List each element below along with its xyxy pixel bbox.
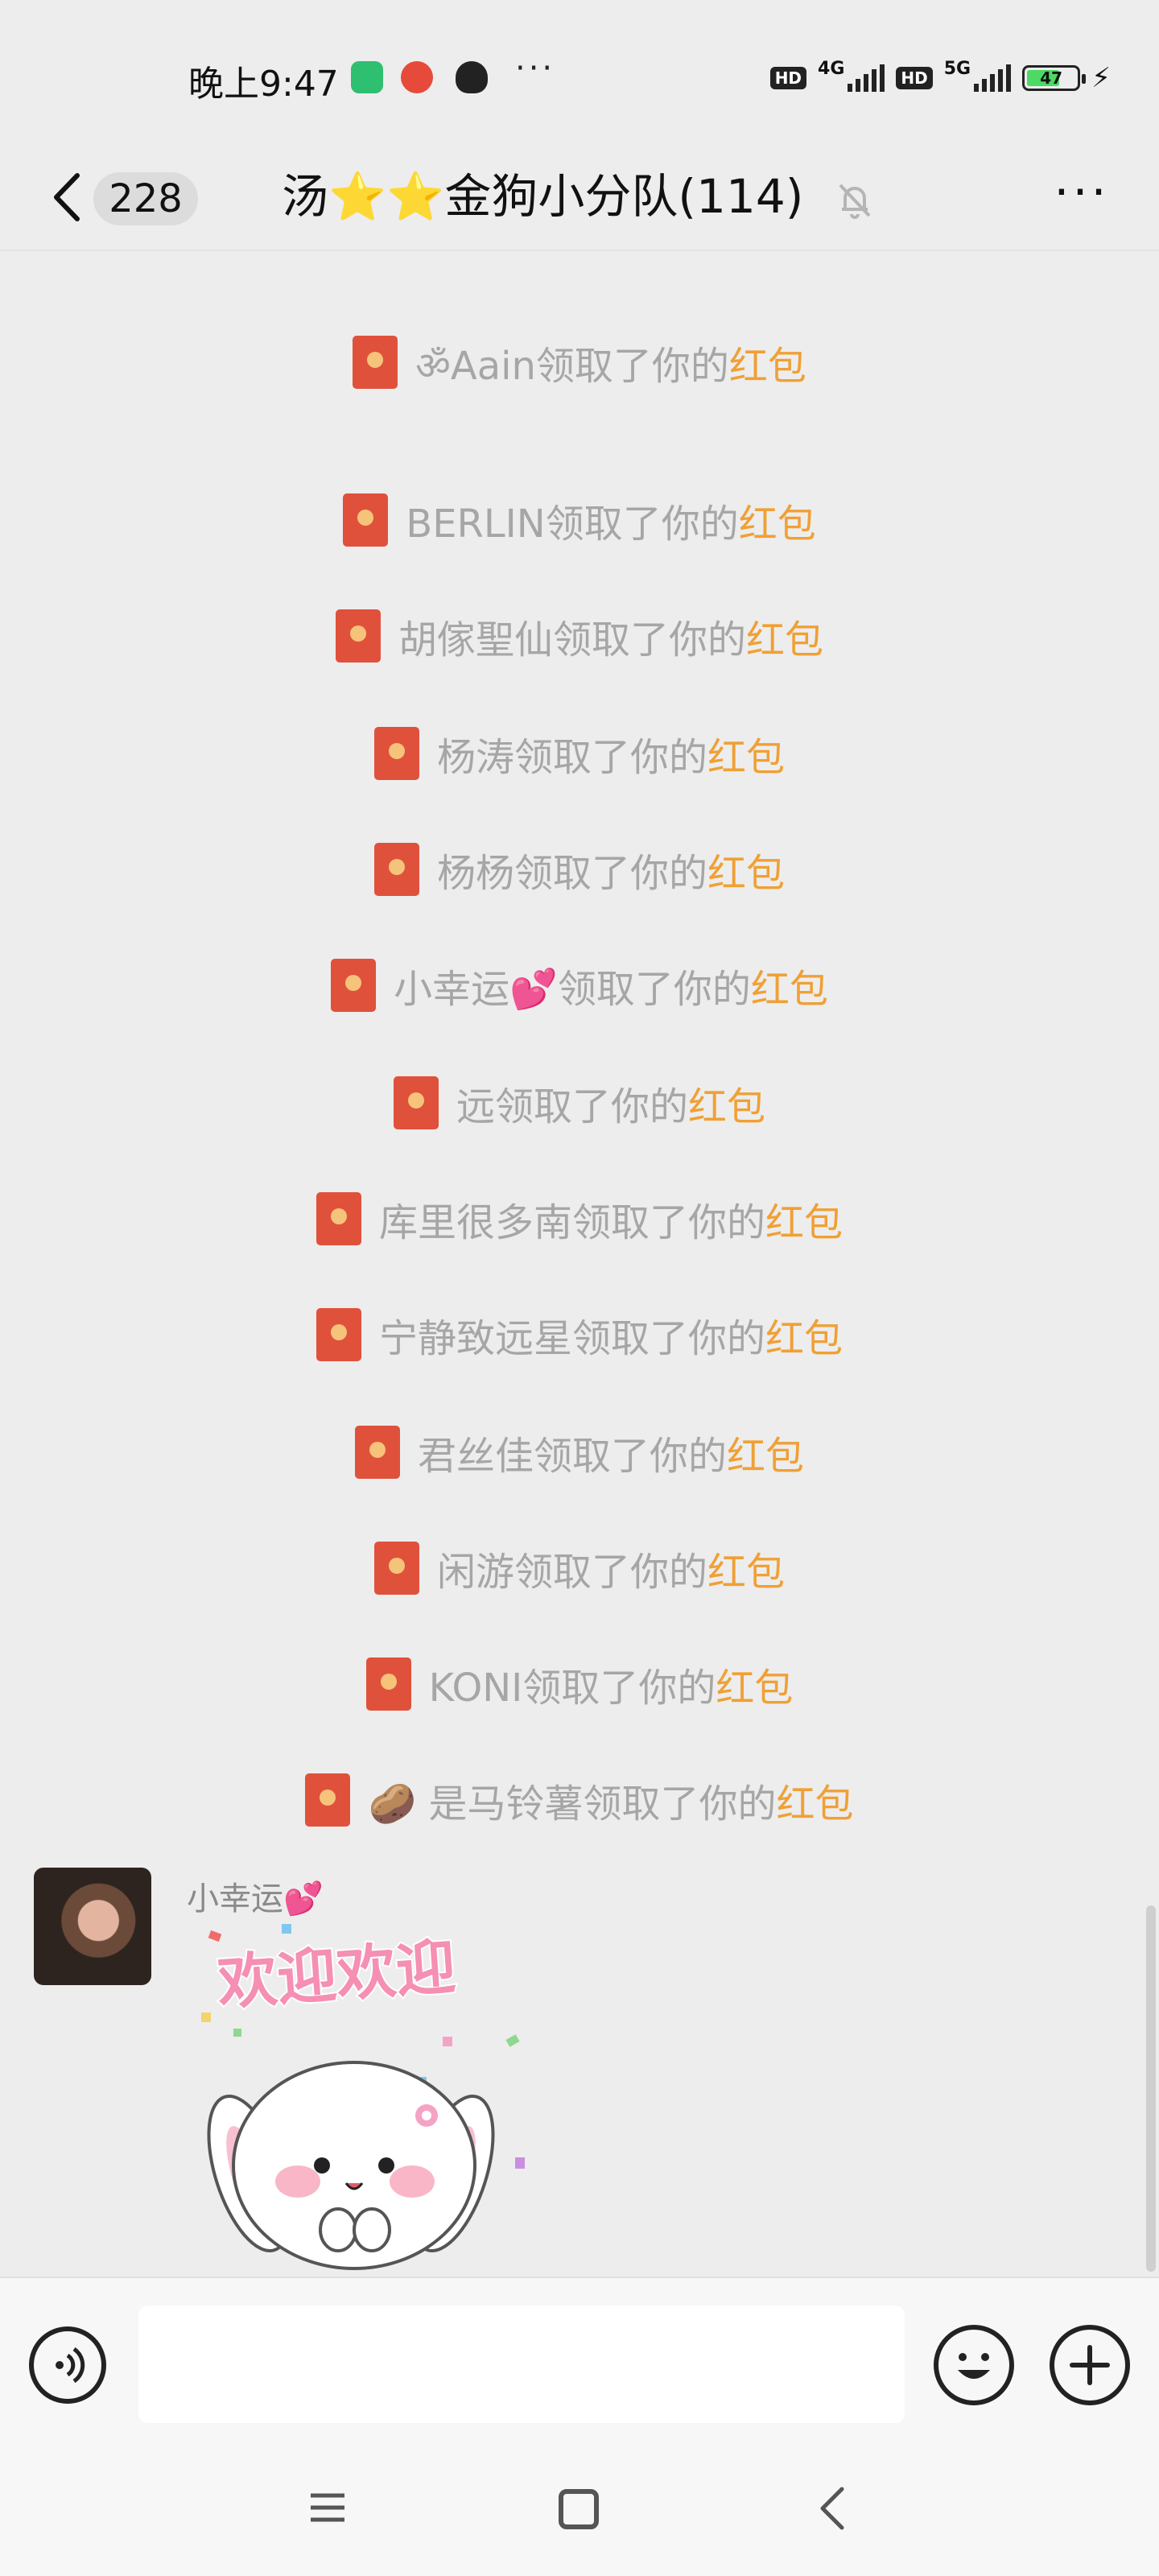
avatar[interactable] [34,1868,151,1985]
system-message: 小幸运💕领取了你的 红包 [0,953,1159,1018]
system-message: 杨杨领取了你的 红包 [0,837,1159,902]
network-type: 4G [818,58,845,79]
system-message-text: 杨杨领取了你的 [436,851,707,896]
red-packet-link[interactable]: 红包 [707,1540,785,1596]
sticker-text: 欢迎欢迎 [215,1933,458,2019]
system-message: 杨涛领取了你的 红包 [0,721,1159,786]
status-right: HD 4G HD 5G 47 ⚡ [769,58,1111,98]
system-message-text: 🥔 是马铃薯领取了你的 [368,1781,777,1827]
system-message-text: 胡傢聖仙领取了你的 [398,617,746,663]
red-packet-link[interactable]: 红包 [751,957,828,1013]
red-packet-link[interactable]: 红包 [765,1191,843,1247]
voice-icon[interactable] [29,2326,106,2404]
hd-badge: HD [769,67,807,89]
system-message-text: 小幸运💕领取了你的 [394,967,751,1012]
group-title[interactable]: 汤⭐⭐金狗小分队(114) [282,164,803,229]
more-notifications-icon: ··· [515,50,556,87]
red-packet-icon [373,1542,419,1595]
red-packet-icon [316,1308,361,1361]
red-packet-icon [373,727,419,780]
system-message-text: 君丝佳领取了你的 [417,1434,727,1479]
red-packet-icon [354,1426,400,1479]
chat-area[interactable]: ॐAain领取了你的 红包 BERLIN领取了你的 红包 胡傢聖仙领取了你的 红… [0,251,1159,2277]
battery-level: 47 [1040,68,1063,88]
chevron-left-icon[interactable] [45,169,93,225]
bell-slash-icon [839,184,871,219]
red-packet-icon [316,1192,361,1245]
system-message-text: 杨涛领取了你的 [436,735,707,780]
system-message: 宁静致远星领取了你的 红包 [0,1302,1159,1367]
system-message: 🥔 是马铃薯领取了你的 红包 [0,1768,1159,1832]
home-square-icon[interactable] [559,2489,599,2529]
network-type-2: 5G [943,58,971,79]
red-packet-link[interactable]: 红包 [716,1656,793,1712]
shield-app-icon [351,61,383,93]
system-message-text: 库里很多南领取了你的 [378,1200,765,1245]
system-message-text: 闲游领取了你的 [436,1550,707,1595]
system-message: 库里很多南领取了你的 红包 [0,1187,1159,1251]
hd-badge-2: HD [896,67,933,89]
menu-icon[interactable] [307,2487,348,2528]
system-message-text: ॐAain领取了你的 [415,343,729,389]
red-packet-icon [331,959,377,1012]
red-packet-link[interactable]: 红包 [777,1772,854,1828]
red-packet-link[interactable]: 红包 [688,1075,765,1131]
system-message: 君丝佳领取了你的 红包 [0,1420,1159,1484]
red-packet-link[interactable]: 红包 [746,608,823,664]
c-app-icon [401,61,433,93]
red-packet-icon [353,336,398,389]
signal-icon [848,64,885,92]
red-packet-icon [393,1076,439,1129]
status-time: 晚上9:47 [188,64,339,105]
system-message-text: KONI领取了你的 [428,1666,716,1711]
red-packet-link[interactable]: 红包 [729,334,806,390]
system-message: KONI领取了你的 红包 [0,1652,1159,1716]
message-input[interactable] [138,2306,905,2423]
unread-count-badge[interactable]: 228 [93,172,198,225]
red-packet-link[interactable]: 红包 [707,725,785,782]
sender-name: 小幸运💕 [187,1880,324,1918]
status-bar: 晚上9:47 ··· HD 4G HD 5G 47 ⚡ [0,0,1159,153]
system-message: 闲游领取了你的 红包 [0,1536,1159,1600]
system-message: ॐAain领取了你的 红包 [0,330,1159,394]
red-packet-link[interactable]: 红包 [727,1424,804,1480]
welcome-bunny-sticker[interactable]: 欢迎欢迎 [185,1924,539,2270]
system-message-text: 远领取了你的 [456,1084,688,1129]
red-packet-icon [343,493,389,547]
qq-penguin-icon [456,61,488,93]
more-options-button[interactable]: ··· [1050,168,1114,221]
battery-icon: 47 [1022,65,1087,91]
scrollbar[interactable] [1146,1905,1156,2272]
red-packet-icon [365,1657,411,1711]
system-message-text: BERLIN领取了你的 [406,502,739,547]
back-icon[interactable] [813,2484,853,2533]
charging-icon: ⚡ [1091,62,1111,94]
chat-header: 228 汤⭐⭐金狗小分队(114) ··· [0,145,1159,251]
system-message-text: 宁静致远星领取了你的 [378,1316,765,1361]
input-bar [0,2277,1159,2447]
system-message: 远领取了你的 红包 [0,1071,1159,1135]
plus-icon[interactable] [1050,2325,1130,2405]
smiley-icon[interactable] [934,2325,1014,2405]
red-packet-link[interactable]: 红包 [765,1307,843,1363]
system-message: BERLIN领取了你的 红包 [0,488,1159,552]
red-packet-link[interactable]: 红包 [707,841,785,898]
red-packet-icon [305,1773,351,1827]
red-packet-link[interactable]: 红包 [739,492,816,548]
red-packet-icon [335,609,381,663]
system-message: 胡傢聖仙领取了你的 红包 [0,604,1159,668]
red-packet-icon [373,843,419,896]
signal-icon-2 [974,64,1012,92]
system-nav-bar [0,2446,1159,2576]
